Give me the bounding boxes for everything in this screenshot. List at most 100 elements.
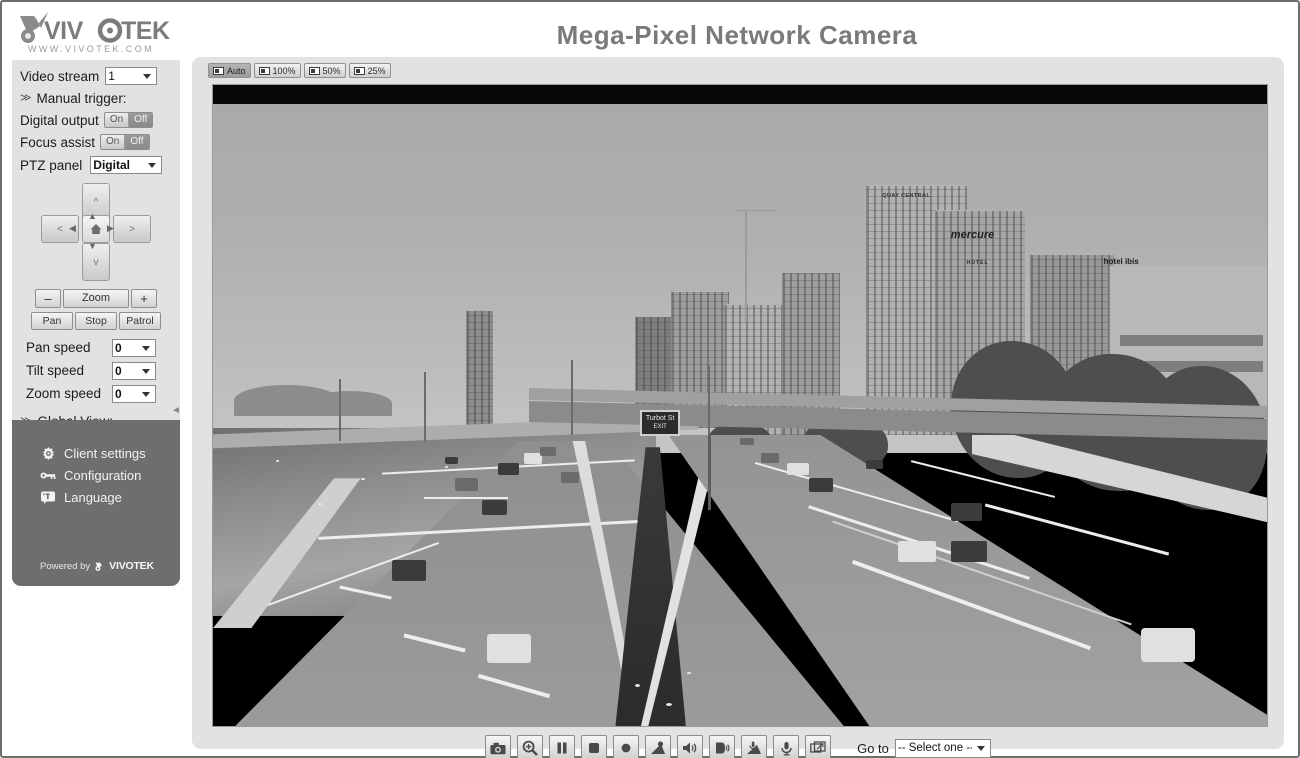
stop-button[interactable] <box>581 735 608 758</box>
goto-preset-control: Go to -- Select one -- <box>857 738 991 758</box>
zoom-level-100[interactable]: 100% <box>253 63 301 78</box>
talk-button[interactable] <box>709 735 736 758</box>
vehicle <box>866 459 884 470</box>
screen-icon <box>308 66 320 75</box>
pause-button[interactable] <box>549 735 576 758</box>
record-circle-icon <box>621 743 631 753</box>
zoom-level-bar: Auto 100% 50% 25% <box>208 63 391 78</box>
sidebar-dark-menu: Client settings Configuration Language P… <box>12 420 180 586</box>
vehicle <box>539 447 556 456</box>
zoom-level-label: Auto <box>227 65 246 76</box>
lane-marking <box>985 503 1170 556</box>
water-sparkle <box>276 459 280 462</box>
water-sparkle <box>687 671 692 674</box>
focus-assist-toggle[interactable]: On Off <box>100 134 150 150</box>
building-sign-mercure-hotel: HOTEL <box>966 260 989 266</box>
tilt-speed-label: Tilt speed <box>26 363 85 378</box>
zoom-level-50[interactable]: 50% <box>303 63 346 78</box>
mic-button[interactable] <box>773 735 800 758</box>
video-stream-label: Video stream <box>20 68 100 84</box>
zoom-level-label: 25% <box>367 65 386 76</box>
zoom-label-button: Zoom <box>63 289 129 308</box>
svg-text:VIV: VIV <box>44 17 84 45</box>
vehicle <box>455 478 478 492</box>
zoom-in-button[interactable]: + <box>131 289 157 308</box>
page-title: Mega-Pixel Network Camera <box>556 20 918 50</box>
home-icon <box>90 224 102 234</box>
zoom-level-auto[interactable]: Auto <box>208 63 251 78</box>
patrol-button[interactable]: Patrol <box>119 312 161 330</box>
application-window: VIV TEK WWW.VIVOTEK.COM Mega-Pixel Netwo… <box>0 0 1300 758</box>
pan-speed-select[interactable]: 0 <box>112 338 156 357</box>
magnifier-plus-icon <box>522 740 538 756</box>
fullscreen-button[interactable] <box>805 735 832 758</box>
zoom-speed-label: Zoom speed <box>26 386 102 401</box>
powered-by-text: Powered by <box>40 560 91 572</box>
manual-trigger-row[interactable]: ≫ Manual trigger: <box>12 88 180 109</box>
digital-output-on[interactable]: On <box>104 113 130 127</box>
volume-button[interactable] <box>645 735 672 758</box>
vehicle <box>761 453 779 464</box>
camera-icon <box>490 742 506 754</box>
building-sign-quay-central: QUAY CENTRAL <box>882 192 931 199</box>
pause-icon <box>557 742 567 754</box>
video-stream-select[interactable]: 1 <box>105 67 158 85</box>
digital-output-toggle[interactable]: On Off <box>103 112 154 128</box>
snapshot-button[interactable] <box>485 735 512 758</box>
ptz-left-inner-arrow-icon: ◀ <box>69 223 76 233</box>
digital-output-off[interactable]: Off <box>129 113 153 127</box>
hill <box>307 391 393 416</box>
mic-mute-icon <box>747 741 762 754</box>
video-stream-view[interactable]: QUAY CENTRAL mercure HOTEL hotel ibis Tu… <box>212 84 1268 727</box>
logo-url: WWW.VIVOTEK.COM <box>28 44 154 54</box>
sidebar-item-language[interactable]: Language <box>12 486 180 508</box>
camera-scene: QUAY CENTRAL mercure HOTEL hotel ibis Tu… <box>213 104 1267 726</box>
vehicle <box>481 500 508 516</box>
building-sign-hotel-ibis: hotel ibis <box>1103 256 1139 266</box>
focus-assist-row: Focus assist On Off <box>12 131 180 153</box>
light-pole <box>571 359 574 435</box>
pan-speed-row: Pan speed 0 <box>12 336 180 359</box>
video-control-toolbar: Go to -- Select one -- <box>192 735 1284 758</box>
ptz-down-inner-arrow-icon: ▼ <box>88 241 97 251</box>
ptz-panel-label: PTZ panel <box>20 157 83 173</box>
sidebar-item-label: Language <box>64 489 122 505</box>
vehicle <box>740 437 754 446</box>
talk-icon <box>716 742 730 754</box>
pan-speed-label: Pan speed <box>26 340 91 355</box>
zoom-speed-select[interactable]: 0 <box>112 384 156 403</box>
ptz-right-button[interactable]: > <box>113 215 151 243</box>
ptz-panel-select[interactable]: Digital <box>90 156 163 174</box>
zoom-level-25[interactable]: 25% <box>348 63 391 78</box>
lane-marking <box>423 497 509 500</box>
sidebar-item-configuration[interactable]: Configuration <box>12 464 180 486</box>
light-pole <box>339 378 342 441</box>
light-pole <box>423 372 426 441</box>
zoom-level-label: 50% <box>322 65 341 76</box>
light-pole <box>708 366 711 435</box>
vivotek-mini-mark-icon <box>95 562 103 571</box>
stop-button[interactable]: Stop <box>75 312 117 330</box>
pan-button[interactable]: Pan <box>31 312 73 330</box>
tilt-speed-row: Tilt speed 0 <box>12 359 180 382</box>
sidebar-item-label: Client settings <box>64 445 146 461</box>
speaker-on-button[interactable] <box>677 735 704 758</box>
building <box>465 309 494 429</box>
focus-assist-off[interactable]: Off <box>125 135 149 149</box>
focus-assist-on[interactable]: On <box>101 135 126 149</box>
ptz-up-inner-arrow-icon: ▲ <box>88 211 97 221</box>
zoom-out-button[interactable]: – <box>35 289 61 308</box>
goto-preset-select[interactable]: -- Select one -- <box>894 738 991 758</box>
tilt-speed-select[interactable]: 0 <box>112 361 156 380</box>
road-sign: Turbot St EXIT <box>639 409 681 436</box>
microphone-icon <box>780 741 792 755</box>
sidebar-item-client-settings[interactable]: Client settings <box>12 442 180 464</box>
record-button[interactable] <box>613 735 640 758</box>
zoom-control-row: – Zoom + <box>12 289 180 308</box>
stop-icon <box>589 743 600 753</box>
digital-zoom-button[interactable] <box>517 735 544 758</box>
speech-bubble-icon <box>40 489 56 505</box>
mic-mute-button[interactable] <box>741 735 768 758</box>
sidebar-collapse-arrow-icon[interactable]: ◄ <box>171 405 181 417</box>
focus-assist-label: Focus assist <box>20 134 96 150</box>
